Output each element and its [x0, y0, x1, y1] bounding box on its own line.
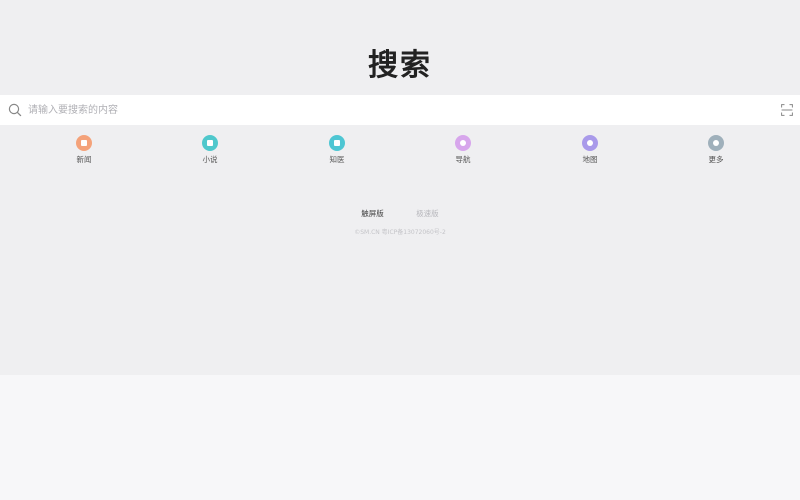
nav-label: 导航: [455, 155, 471, 164]
medical-icon: [329, 135, 345, 151]
bottom-area: [0, 375, 800, 500]
nav-item-novel[interactable]: 小说: [180, 134, 240, 165]
nav-item-medical[interactable]: 知医: [307, 134, 367, 165]
nav-label: 更多: [708, 155, 724, 164]
speed-version-link[interactable]: 极速版: [416, 208, 439, 219]
footer-links: 触屏版 极速版: [0, 208, 800, 219]
nav-label: 地图: [582, 155, 598, 164]
novel-icon: [202, 135, 218, 151]
search-input[interactable]: [28, 100, 768, 120]
navigation-icon: [455, 135, 471, 151]
nav-item-news[interactable]: 新闻: [54, 134, 114, 165]
nav-item-map[interactable]: 地图: [560, 134, 620, 165]
logo[interactable]: 搜索: [0, 40, 800, 84]
more-icon: [708, 135, 724, 151]
news-icon: [76, 135, 92, 151]
map-icon: [582, 135, 598, 151]
touch-version-link[interactable]: 触屏版: [361, 208, 384, 219]
nav-item-more[interactable]: 更多: [686, 134, 746, 165]
search-icon[interactable]: [8, 103, 22, 117]
nav-label: 小说: [202, 155, 218, 164]
icp-license[interactable]: ©SM.CN 粤ICP备13072060号-2: [0, 227, 800, 236]
nav-item-navigation[interactable]: 导航: [433, 134, 493, 165]
nav-label: 新闻: [76, 155, 92, 164]
quick-nav: 新闻 小说 知医 导航 地图 更多: [0, 134, 800, 174]
nav-label: 知医: [329, 155, 345, 164]
scan-icon[interactable]: [781, 104, 793, 116]
search-homepage: 搜索 新闻 小说 知医 导航 地图: [0, 0, 800, 500]
search-bar[interactable]: [0, 95, 800, 125]
